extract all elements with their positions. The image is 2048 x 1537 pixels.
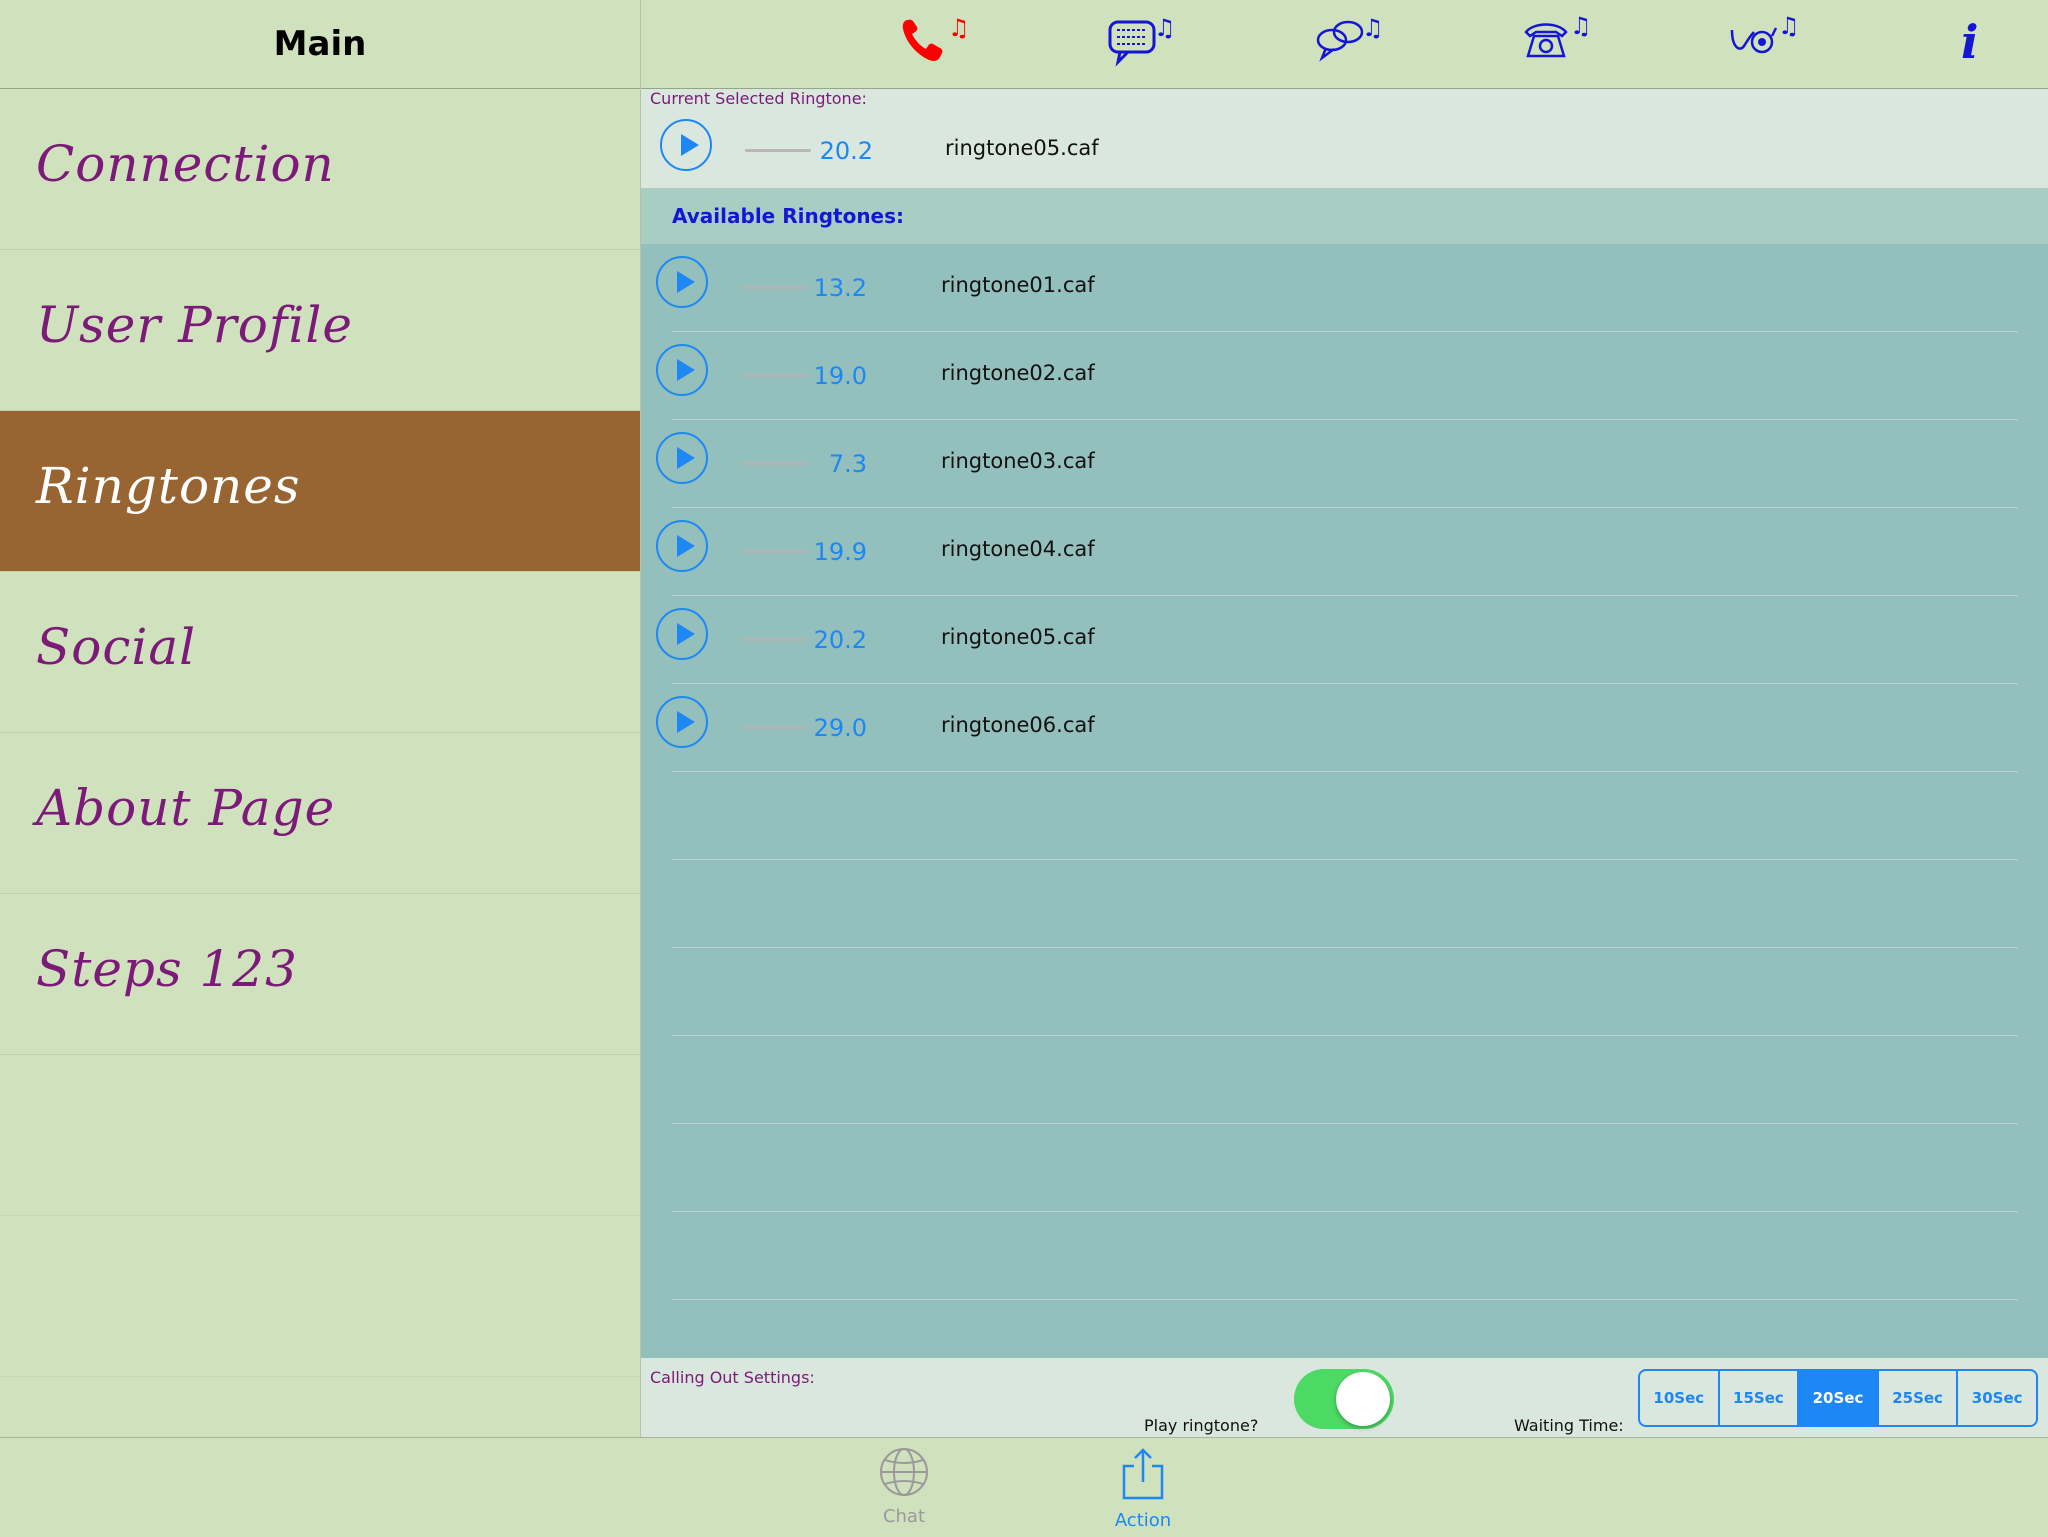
- ringtone-filename: ringtone02.caf: [941, 361, 1095, 385]
- ringtone-row[interactable]: 7.3 ringtone03.caf: [641, 420, 2048, 508]
- progress-slider[interactable]: [741, 286, 807, 289]
- wait-option-25sec[interactable]: 25Sec: [1879, 1371, 1959, 1425]
- info-icon[interactable]: i: [1931, 8, 2011, 72]
- toggle-knob: [1336, 1372, 1390, 1426]
- play-ringtone-label: Play ringtone?: [1144, 1416, 1259, 1435]
- row-divider: [672, 1299, 2018, 1300]
- settings-label: Calling Out Settings:: [650, 1368, 815, 1387]
- telephone-ringtone-icon[interactable]: ♫: [1515, 8, 1595, 72]
- ringtone-duration: 19.0: [813, 362, 867, 390]
- ringtone-filename: ringtone06.caf: [941, 713, 1095, 737]
- sidebar-item-label: Steps 123: [36, 940, 298, 998]
- play-button[interactable]: [656, 696, 708, 748]
- sidebar-empty-row: [0, 1216, 640, 1377]
- current-ringtone-label: Current Selected Ringtone:: [650, 89, 867, 108]
- wait-option-15sec[interactable]: 15Sec: [1720, 1371, 1800, 1425]
- svg-text:♫: ♫: [948, 14, 966, 42]
- ringtone-duration: 20.2: [819, 137, 873, 165]
- ringtone-duration: 20.2: [813, 626, 867, 654]
- sidebar-title: Main: [273, 24, 367, 64]
- progress-slider[interactable]: [741, 638, 807, 641]
- ringtone-row[interactable]: 20.2 ringtone05.caf: [641, 596, 2048, 684]
- row-divider: [672, 1123, 2018, 1124]
- play-button[interactable]: [656, 432, 708, 484]
- chat-ringtone-icon[interactable]: ♫: [1307, 8, 1387, 72]
- ringtone-filename: ringtone05.caf: [945, 136, 1099, 160]
- row-divider: [672, 771, 2018, 772]
- wait-option-20sec[interactable]: 20Sec: [1799, 1371, 1879, 1425]
- play-button[interactable]: [656, 256, 708, 308]
- row-divider: [672, 1211, 2018, 1212]
- progress-slider[interactable]: [741, 374, 807, 377]
- waiting-time-selector: 10Sec 15Sec 20Sec 25Sec 30Sec: [1638, 1369, 2038, 1427]
- sidebar-item-user-profile[interactable]: User Profile: [0, 250, 640, 411]
- sidebar-item-label: About Page: [36, 779, 336, 837]
- play-ringtone-toggle[interactable]: [1294, 1369, 1394, 1429]
- tab-bar: Chat Action: [0, 1437, 2048, 1537]
- sidebar-item-label: Connection: [36, 135, 335, 193]
- sidebar-header: Main: [0, 0, 640, 89]
- message-ringtone-icon[interactable]: ♫: [1099, 8, 1179, 72]
- ringtone-row[interactable]: 19.9 ringtone04.caf: [641, 508, 2048, 596]
- ringtone-duration: 7.3: [828, 450, 867, 478]
- ringtone-duration: 13.2: [813, 274, 867, 302]
- play-button[interactable]: [656, 520, 708, 572]
- svg-text:♫: ♫: [1154, 14, 1174, 42]
- ringtone-filename: ringtone03.caf: [941, 449, 1095, 473]
- tab-label: Chat: [882, 1506, 926, 1527]
- available-ringtones-header: Available Ringtones:: [641, 188, 2048, 244]
- svg-text:♫: ♫: [1362, 14, 1382, 42]
- sidebar: Main Connection User Profile Ringtones S…: [0, 0, 641, 1437]
- sidebar-item-label: Ringtones: [36, 457, 301, 515]
- progress-slider[interactable]: [745, 149, 811, 152]
- progress-slider[interactable]: [741, 726, 807, 729]
- waiting-time-label: Waiting Time:: [1514, 1416, 1624, 1435]
- ringtone-row[interactable]: 13.2 ringtone01.caf: [641, 244, 2048, 332]
- svg-text:i: i: [1961, 15, 1978, 68]
- progress-slider[interactable]: [741, 462, 807, 465]
- play-button[interactable]: [656, 344, 708, 396]
- ringtone-filename: ringtone05.caf: [941, 625, 1095, 649]
- share-icon: [1122, 1448, 1164, 1500]
- play-button[interactable]: [660, 119, 712, 171]
- voicemail-ringtone-icon[interactable]: ♫: [1723, 8, 1803, 72]
- ringtone-row[interactable]: 29.0 ringtone06.caf: [641, 684, 2048, 772]
- svg-text:♫: ♫: [1570, 12, 1590, 40]
- ringtone-filename: ringtone01.caf: [941, 273, 1095, 297]
- ringtone-row[interactable]: 19.0 ringtone02.caf: [641, 332, 2048, 420]
- available-ringtones-title: Available Ringtones:: [672, 204, 905, 228]
- wait-option-30sec[interactable]: 30Sec: [1958, 1371, 2036, 1425]
- sidebar-empty-row: [0, 1055, 640, 1216]
- sidebar-item-label: User Profile: [36, 296, 353, 354]
- row-divider: [672, 859, 2018, 860]
- toolbar: ♫ ♫ ♫ ♫ ♫ i: [641, 0, 2048, 89]
- ringtone-duration: 29.0: [813, 714, 867, 742]
- row-divider: [672, 1035, 2018, 1036]
- sidebar-item-social[interactable]: Social: [0, 572, 640, 733]
- tab-label: Action: [1114, 1510, 1172, 1531]
- ringtone-filename: ringtone04.caf: [941, 537, 1095, 561]
- sidebar-item-about-page[interactable]: About Page: [0, 733, 640, 894]
- svg-text:♫: ♫: [1778, 12, 1798, 40]
- phone-ringtone-icon[interactable]: ♫: [891, 8, 971, 72]
- sidebar-item-ringtones[interactable]: Ringtones: [0, 411, 640, 572]
- globe-icon: [880, 1448, 928, 1496]
- sidebar-item-label: Social: [36, 618, 197, 676]
- play-button[interactable]: [656, 608, 708, 660]
- tab-chat[interactable]: Chat: [849, 1446, 959, 1527]
- sidebar-item-connection[interactable]: Connection: [0, 89, 640, 250]
- progress-slider[interactable]: [741, 550, 807, 553]
- wait-option-10sec[interactable]: 10Sec: [1640, 1371, 1720, 1425]
- current-ringtone-section: Current Selected Ringtone: 20.2 ringtone…: [641, 89, 2048, 188]
- ringtone-list: 13.2 ringtone01.caf 19.0 ringtone02.caf …: [641, 244, 2048, 1358]
- row-divider: [672, 947, 2018, 948]
- ringtone-duration: 19.9: [813, 538, 867, 566]
- tab-action[interactable]: Action: [1088, 1446, 1198, 1531]
- sidebar-item-steps-123[interactable]: Steps 123: [0, 894, 640, 1055]
- calling-out-settings: Calling Out Settings: Play ringtone? Wai…: [641, 1358, 2048, 1437]
